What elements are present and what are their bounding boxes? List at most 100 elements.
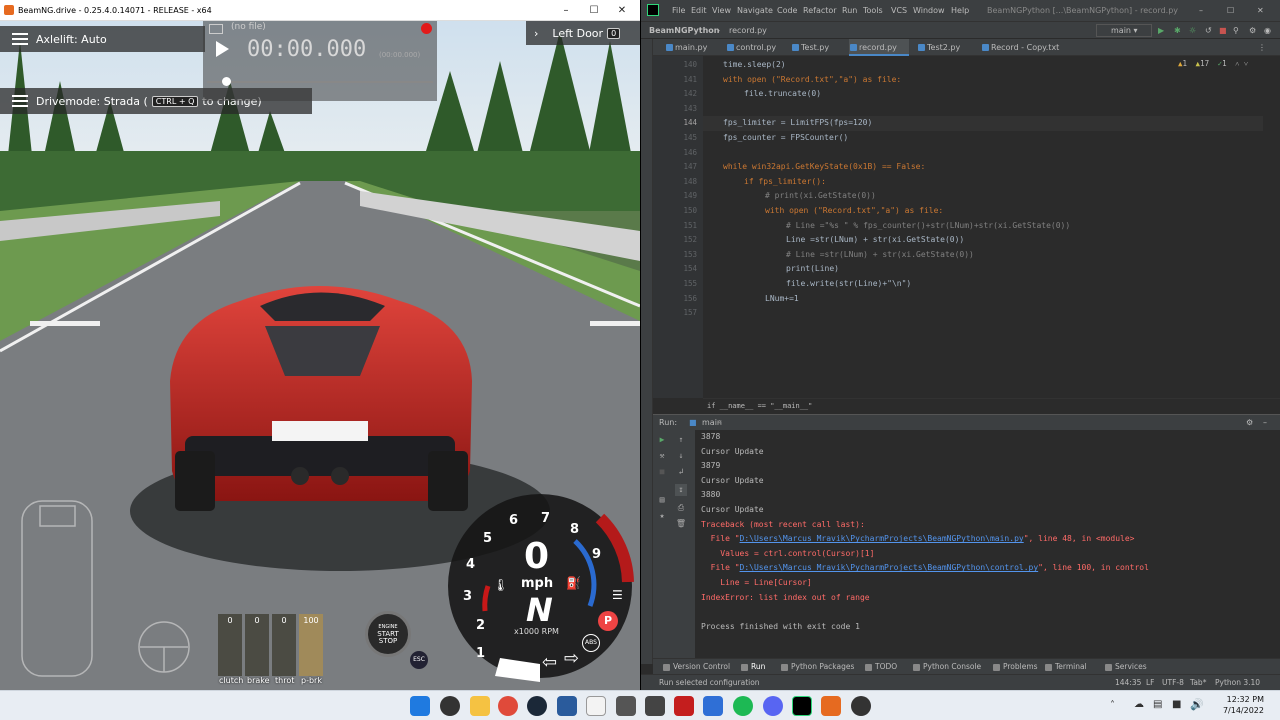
menu-tools[interactable]: Tools bbox=[863, 0, 883, 21]
project-tool-strip[interactable] bbox=[641, 39, 653, 664]
tray-chevron-icon[interactable]: ˄ bbox=[1110, 700, 1115, 711]
status-interpreter[interactable]: Python 3.10 bbox=[1215, 675, 1260, 691]
menu-navigate[interactable]: Navigate bbox=[737, 0, 773, 21]
search-icon[interactable] bbox=[440, 696, 460, 716]
breadcrumb[interactable]: if __name__ == "__main__" bbox=[703, 398, 1280, 412]
tabs-more-icon[interactable]: ⋮ bbox=[1258, 39, 1266, 56]
print-icon[interactable]: ⎙ bbox=[675, 502, 687, 514]
file-explorer-icon[interactable] bbox=[470, 696, 490, 716]
traceback-file-link[interactable]: D:\Users\Marcus Mravik\PycharmProjects\B… bbox=[740, 563, 1039, 572]
maximize-button[interactable]: ☐ bbox=[1227, 0, 1234, 21]
tool-services[interactable]: Services bbox=[1103, 659, 1147, 675]
tab-record-py[interactable]: record.py bbox=[849, 39, 909, 56]
replay-scrubber-handle[interactable] bbox=[222, 77, 231, 86]
system-clock[interactable]: 12:32 PM 7/14/2022 bbox=[1223, 694, 1264, 716]
notepad-icon[interactable] bbox=[586, 696, 606, 716]
discord-icon[interactable] bbox=[763, 696, 783, 716]
tab-control-py[interactable]: control.py bbox=[726, 39, 786, 56]
chrome-icon[interactable] bbox=[498, 696, 518, 716]
replay-scrubber[interactable] bbox=[207, 81, 433, 83]
door-bar[interactable]: › Left Door 0 bbox=[526, 21, 640, 45]
avatar-icon[interactable]: ◉ bbox=[1264, 22, 1271, 39]
tool-todo[interactable]: TODO bbox=[863, 659, 897, 675]
menu-run[interactable]: Run bbox=[842, 0, 857, 21]
acrobat-icon[interactable] bbox=[674, 696, 694, 716]
volume-icon[interactable]: 🔊 bbox=[1190, 698, 1204, 711]
play-icon[interactable] bbox=[216, 41, 229, 57]
project-name[interactable]: BeamNGPython bbox=[649, 22, 719, 39]
cortana-icon[interactable] bbox=[703, 696, 723, 716]
wifi-app-icon[interactable] bbox=[616, 696, 636, 716]
menu-code[interactable]: Code bbox=[777, 0, 797, 21]
menu-edit[interactable]: Edit bbox=[691, 0, 707, 21]
rerun-icon[interactable]: ▶ bbox=[656, 434, 668, 446]
obs-icon[interactable] bbox=[851, 696, 871, 716]
tool-problems[interactable]: Problems bbox=[991, 659, 1038, 675]
axlelift-bar[interactable]: Axlelift: Auto bbox=[0, 26, 205, 52]
coverage-icon[interactable]: ☼ bbox=[1189, 22, 1196, 39]
spotify-icon[interactable] bbox=[733, 696, 753, 716]
stop-icon[interactable]: ■ bbox=[1219, 22, 1227, 39]
traceback-file-link[interactable]: D:\Users\Marcus Mravik\PycharmProjects\B… bbox=[740, 534, 1024, 543]
pycharm-icon[interactable] bbox=[792, 696, 812, 716]
minimize-button[interactable]: – bbox=[552, 0, 580, 21]
tool-run[interactable]: Run bbox=[739, 659, 765, 675]
tool-python-packages[interactable]: Python Packages bbox=[779, 659, 854, 675]
windows-start-icon[interactable] bbox=[410, 696, 430, 716]
tab-main-py[interactable]: main.py bbox=[665, 39, 721, 56]
chevron-up-icon[interactable]: ˄ bbox=[1235, 59, 1239, 68]
settings-icon[interactable]: ⚙ bbox=[1246, 415, 1253, 431]
folder-icon[interactable] bbox=[209, 24, 223, 34]
stop-icon[interactable]: ■ bbox=[656, 466, 668, 478]
tab-record-copy-txt[interactable]: Record - Copy.txt bbox=[981, 39, 1081, 56]
engine-start-stop-button[interactable]: ENGINE START STOP bbox=[365, 611, 411, 657]
scroll-up-icon[interactable]: ↑ bbox=[675, 434, 687, 446]
menu-help[interactable]: Help bbox=[951, 0, 969, 21]
profile-icon[interactable]: ↺ bbox=[1205, 22, 1212, 39]
run-console[interactable]: 3878 Cursor Update 3879 Cursor Update 38… bbox=[695, 430, 1275, 658]
menu-view[interactable]: View bbox=[712, 0, 731, 21]
chevron-down-icon[interactable]: ˅ bbox=[1244, 59, 1248, 68]
minimize-button[interactable]: – bbox=[1199, 0, 1203, 21]
trash-icon[interactable]: 🗑 bbox=[675, 518, 687, 530]
tool-python-console[interactable]: Python Console bbox=[911, 659, 981, 675]
settings-icon[interactable]: ⚙ bbox=[1249, 22, 1256, 39]
steam-icon[interactable] bbox=[527, 696, 547, 716]
nav-current-file[interactable]: record.py bbox=[729, 22, 767, 39]
soft-wrap-icon[interactable]: ↲ bbox=[675, 466, 687, 478]
menu-refactor[interactable]: Refactor bbox=[803, 0, 837, 21]
code-editor[interactable]: time.sleep(2) with open ("Record.txt","a… bbox=[703, 56, 1263, 398]
beamng-icon[interactable] bbox=[821, 696, 841, 716]
scroll-to-end-icon[interactable]: ↧ bbox=[675, 484, 687, 496]
run-icon[interactable]: ▶ bbox=[1158, 22, 1164, 39]
search-icon[interactable]: ⚲ bbox=[1233, 22, 1239, 39]
maximize-button[interactable]: ☐ bbox=[580, 0, 608, 21]
wrench-icon[interactable]: ⚒ bbox=[656, 450, 668, 462]
tab-test-py[interactable]: Test.py bbox=[791, 39, 843, 56]
remote-desktop-icon[interactable] bbox=[557, 696, 577, 716]
network-status-icon[interactable]: ■ bbox=[1172, 699, 1181, 710]
close-button[interactable]: ✕ bbox=[1257, 0, 1264, 21]
scroll-down-icon[interactable]: ↓ bbox=[675, 450, 687, 462]
run-config-selector[interactable]: main ▾ bbox=[1096, 24, 1152, 37]
close-button[interactable]: ✕ bbox=[608, 0, 636, 21]
status-caret-position[interactable]: 144:35 bbox=[1115, 675, 1141, 691]
tab-test2-py[interactable]: Test2.py bbox=[917, 39, 973, 56]
onedrive-icon[interactable]: ☁ bbox=[1134, 699, 1144, 710]
tool-version-control[interactable]: Version Control bbox=[661, 659, 730, 675]
close-run-tab-icon[interactable]: × bbox=[716, 415, 723, 431]
pin-icon[interactable]: ★ bbox=[656, 510, 668, 522]
status-encoding[interactable]: UTF-8 bbox=[1162, 675, 1184, 691]
network-icon[interactable]: ▤ bbox=[1153, 699, 1162, 710]
debug-icon[interactable]: ✱ bbox=[1174, 22, 1181, 39]
menu-window[interactable]: Window bbox=[913, 0, 945, 21]
status-line-separator[interactable]: LF bbox=[1146, 675, 1155, 691]
menu-vcs[interactable]: VCS bbox=[891, 0, 907, 21]
inspection-widget[interactable]: ▲1 ▲17 ✓1 ˄ ˅ bbox=[1178, 59, 1248, 68]
menu-file[interactable]: File bbox=[672, 0, 685, 21]
hide-panel-icon[interactable]: – bbox=[1263, 415, 1267, 431]
app-icon[interactable] bbox=[645, 696, 665, 716]
tool-terminal[interactable]: Terminal bbox=[1043, 659, 1087, 675]
record-icon[interactable] bbox=[421, 23, 432, 34]
layout-icon[interactable]: ▤ bbox=[656, 494, 668, 506]
